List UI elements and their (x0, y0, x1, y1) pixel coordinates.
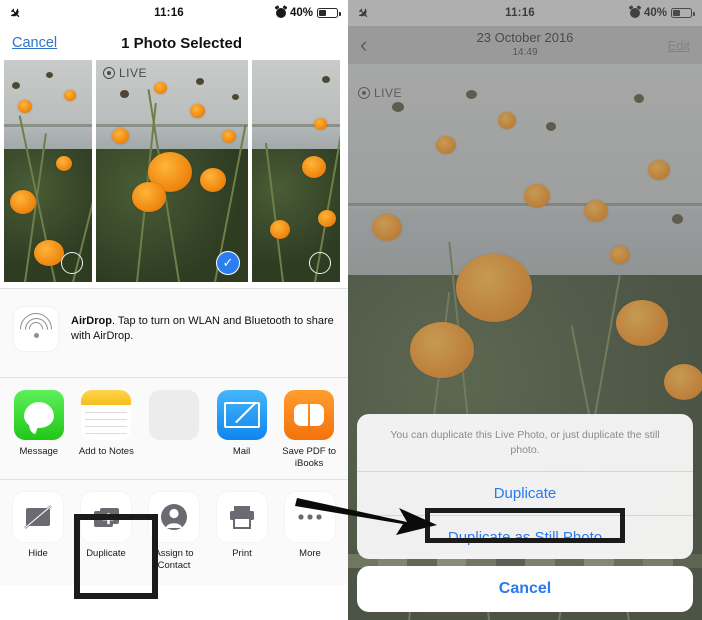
live-badge-label: LIVE (119, 66, 148, 80)
airdrop-icon (13, 306, 59, 352)
action-sheet-cancel-button[interactable]: Cancel (357, 566, 693, 612)
right-status-left: ✈ (354, 3, 438, 23)
photo-art (4, 60, 92, 282)
action-assign-to-contact[interactable]: Assign to Contact (144, 492, 204, 571)
action-label: Hide (28, 548, 48, 560)
blank-app-icon (148, 390, 199, 440)
live-photo-badge: LIVE (103, 66, 147, 80)
live-icon (103, 67, 115, 79)
screenshot-stage: ✈ 11:16 40% Cancel 1 Photo Selected LIVE… (0, 0, 702, 620)
thumbnail-item-3[interactable] (252, 60, 340, 282)
left-status-bar: ✈ 11:16 40% (0, 0, 348, 26)
left-status-time: 11:16 (154, 7, 184, 19)
left-battery-percent: 40% (289, 7, 313, 19)
selection-checkmark[interactable]: ✓ (216, 251, 240, 275)
message-icon (13, 390, 64, 440)
share-app-label: Add to Notes (78, 446, 134, 457)
action-hide[interactable]: Hide (8, 492, 68, 571)
live-icon (358, 87, 370, 99)
notes-icon (81, 390, 132, 440)
share-app-label: Save PDF to iBooks (282, 446, 337, 469)
airdrop-row[interactable]: AirDrop. Tap to turn on WLAN and Bluetoo… (0, 289, 348, 378)
photo-date: 23 October 2016 (476, 30, 574, 46)
action-label: Assign to Contact (154, 548, 194, 571)
left-status-right: 40% (248, 7, 341, 19)
duplicate-as-still-photo-button[interactable]: Duplicate as Still Photo (357, 515, 693, 559)
right-status-bar: ✈ 11:16 40% (348, 0, 702, 26)
action-sheet-message: You can duplicate this Live Photo, or ju… (357, 414, 693, 472)
left-status-left: ✈ (6, 3, 90, 23)
photo-date-title: 23 October 2016 14:49 (348, 30, 702, 59)
share-sheet: AirDrop. Tap to turn on WLAN and Bluetoo… (0, 288, 348, 586)
share-app-ibooks[interactable]: Save PDF to iBooks (280, 390, 338, 469)
action-sheet-card: You can duplicate this Live Photo, or ju… (357, 413, 693, 559)
duplicate-option-button[interactable]: Duplicate (357, 472, 693, 515)
selection-circle[interactable] (309, 252, 331, 274)
ibooks-icon (284, 390, 335, 440)
right-status-time: 11:16 (505, 7, 535, 19)
hide-icon (13, 492, 63, 543)
right-nav-bar: ‹ 23 October 2016 14:49 Edit (348, 26, 702, 64)
battery-icon (671, 8, 695, 18)
share-app-notes[interactable]: Add to Notes (78, 390, 136, 469)
contact-icon (149, 492, 199, 543)
action-label: Duplicate (86, 548, 126, 560)
share-app-label: Message (19, 446, 59, 457)
duplicate-icon (81, 492, 131, 543)
alarm-icon (275, 8, 286, 18)
share-actions-row: Hide Duplicate Assign to Contact Print M… (0, 480, 348, 586)
photo-thumbnail-strip: LIVE ✓ (0, 60, 348, 282)
right-status-right: 40% (602, 7, 695, 19)
share-app-message[interactable]: Message (10, 390, 68, 469)
photo-art (96, 60, 248, 282)
action-sheet: You can duplicate this Live Photo, or ju… (357, 413, 693, 612)
live-photo-badge: LIVE (358, 86, 402, 100)
action-duplicate[interactable]: Duplicate (76, 492, 136, 571)
action-label: More (299, 548, 321, 560)
photo-art (252, 60, 340, 282)
photo-time: 14:49 (512, 46, 538, 58)
more-icon (285, 492, 335, 543)
live-badge-label: LIVE (374, 86, 403, 100)
left-phone-screen: ✈ 11:16 40% Cancel 1 Photo Selected LIVE… (0, 0, 350, 620)
airdrop-text: AirDrop. Tap to turn on WLAN and Bluetoo… (71, 314, 334, 344)
thumbnail-item-1[interactable] (4, 60, 92, 282)
right-phone-screen: ✈ 11:16 40% ‹ 23 October 2016 14:49 Edit (348, 0, 702, 620)
share-apps-row: Message Add to Notes Mail Save PDF to iB… (0, 378, 348, 481)
share-app-blank[interactable] (145, 390, 203, 469)
airplane-icon: ✈ (354, 3, 373, 23)
share-app-mail[interactable]: Mail (213, 390, 271, 469)
airplane-icon: ✈ (6, 3, 25, 23)
action-label: Print (232, 548, 252, 560)
action-more[interactable]: More (280, 492, 340, 571)
left-nav-bar: Cancel 1 Photo Selected (0, 26, 348, 60)
battery-icon (317, 8, 341, 18)
mail-icon (216, 390, 267, 440)
print-icon (217, 492, 267, 543)
right-battery-percent: 40% (643, 7, 667, 19)
selection-circle[interactable] (61, 252, 83, 274)
share-app-label: Mail (232, 446, 251, 457)
action-print[interactable]: Print (212, 492, 272, 571)
page-title: 1 Photo Selected (121, 34, 242, 52)
thumbnail-item-2[interactable]: LIVE ✓ (96, 60, 248, 282)
alarm-icon (629, 8, 640, 18)
airdrop-title: AirDrop (71, 315, 112, 328)
